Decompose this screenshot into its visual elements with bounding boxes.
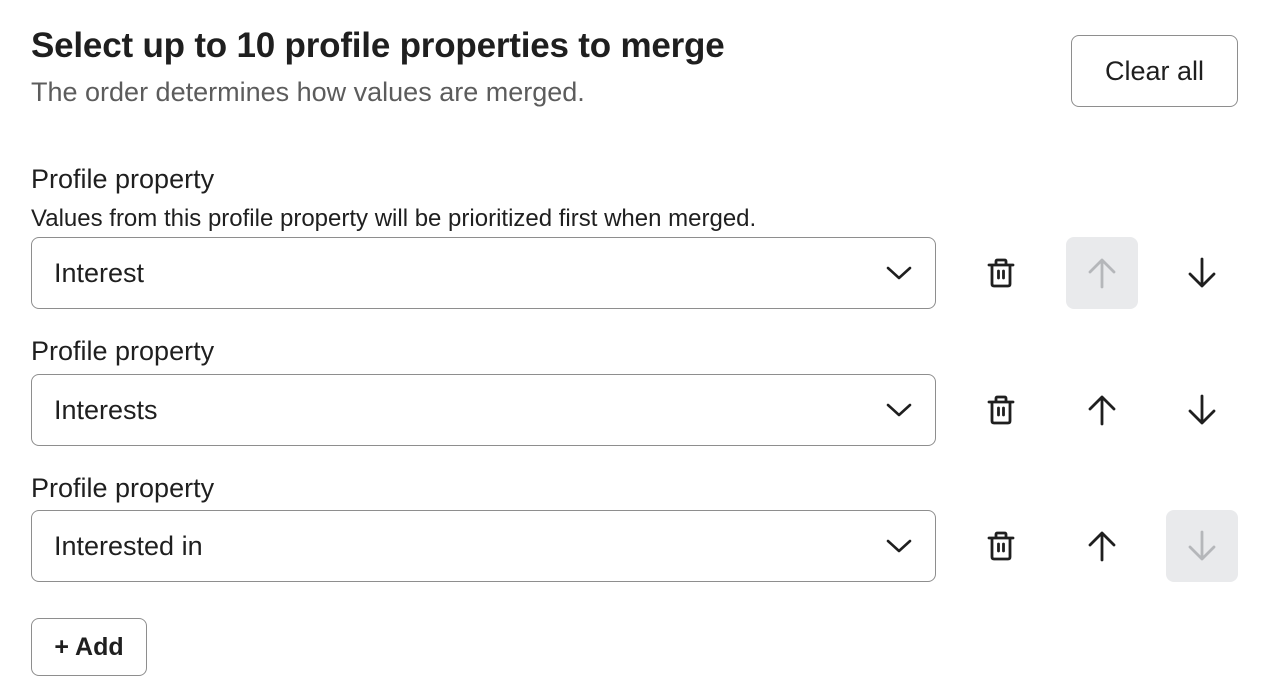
field-label: Profile property xyxy=(31,336,215,366)
chevron-down-icon xyxy=(886,539,912,553)
move-down-row-3-button[interactable] xyxy=(1166,510,1238,582)
select-value: Interested in xyxy=(54,530,203,561)
delete-row-1-button[interactable] xyxy=(965,237,1037,309)
page-title: Select up to 10 profile properties to me… xyxy=(31,26,725,65)
clear-all-button[interactable]: Clear all xyxy=(1071,35,1238,107)
trash-icon xyxy=(987,395,1015,425)
move-up-row-1-button[interactable] xyxy=(1066,237,1138,309)
page-subtitle: The order determines how values are merg… xyxy=(31,77,585,107)
profile-property-select-2[interactable]: Interests xyxy=(31,374,936,446)
field-label: Profile property xyxy=(31,473,215,503)
profile-property-select-3[interactable]: Interested in xyxy=(31,510,936,582)
chevron-down-icon xyxy=(886,403,912,417)
trash-icon xyxy=(987,258,1015,288)
arrow-down-icon xyxy=(1188,530,1216,561)
profile-property-select-1[interactable]: Interest xyxy=(31,237,936,309)
add-property-button[interactable]: + Add xyxy=(31,618,147,676)
trash-icon xyxy=(987,531,1015,561)
move-up-row-3-button[interactable] xyxy=(1066,510,1138,582)
arrow-up-icon xyxy=(1088,531,1116,562)
delete-row-2-button[interactable] xyxy=(965,374,1037,446)
arrow-down-icon xyxy=(1188,394,1216,425)
merge-properties-panel: Select up to 10 profile properties to me… xyxy=(0,0,1276,696)
arrow-down-icon xyxy=(1188,257,1216,288)
arrow-up-icon xyxy=(1088,395,1116,426)
delete-row-3-button[interactable] xyxy=(965,510,1037,582)
arrow-up-icon xyxy=(1088,258,1116,289)
move-down-row-2-button[interactable] xyxy=(1166,374,1238,446)
move-down-row-1-button[interactable] xyxy=(1166,237,1238,309)
select-value: Interest xyxy=(54,257,145,288)
chevron-down-icon xyxy=(886,266,912,280)
field-help-text: Values from this profile property will b… xyxy=(31,205,757,232)
select-value: Interests xyxy=(54,394,158,425)
field-label: Profile property xyxy=(31,164,215,194)
move-up-row-2-button[interactable] xyxy=(1066,374,1138,446)
